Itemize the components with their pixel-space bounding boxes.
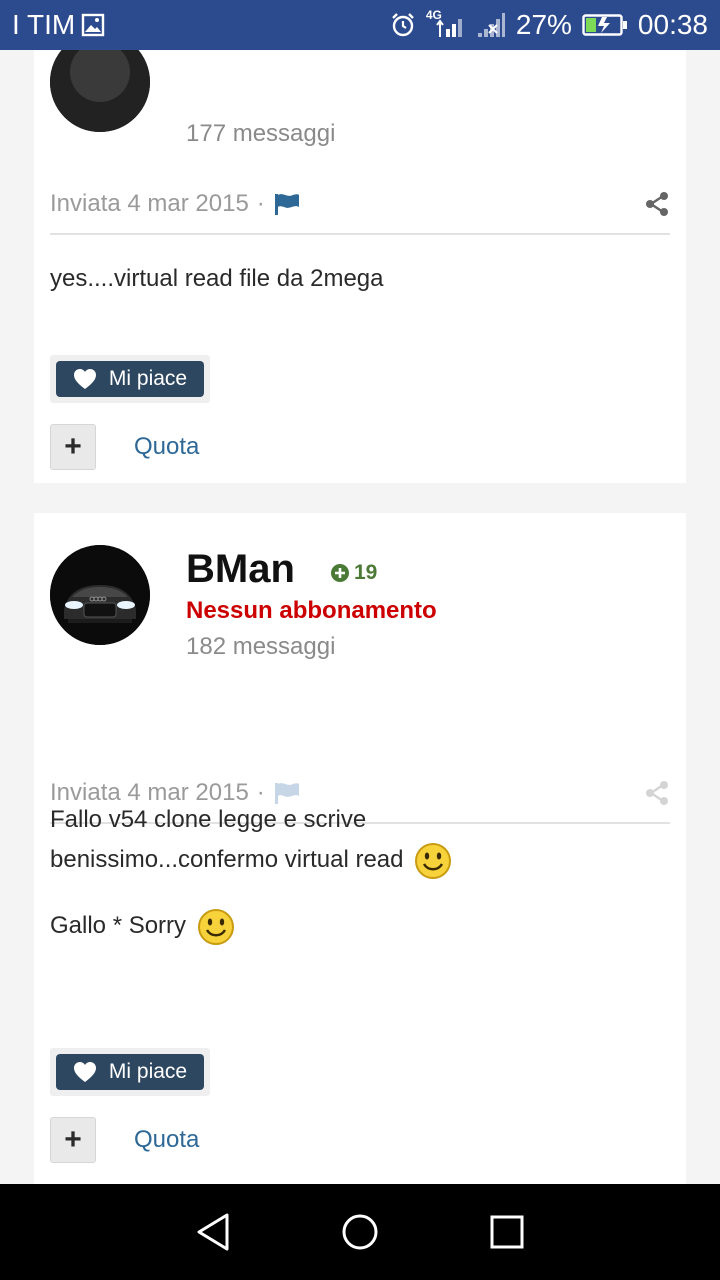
battery-charging-icon	[582, 13, 628, 37]
signal-4g-icon: 4G	[425, 8, 466, 39]
recents-square-icon	[490, 1215, 524, 1249]
reputation-count: 19	[354, 561, 378, 584]
author-name[interactable]: BMan	[186, 547, 295, 592]
alarm-icon	[390, 12, 416, 38]
share-icon[interactable]	[644, 191, 670, 217]
meta-separator: ·	[256, 190, 265, 217]
like-container: Mi piace	[50, 1048, 210, 1096]
carrier-label: I TIM	[12, 9, 76, 40]
post-text-line: Gallo * Sorry	[50, 906, 670, 946]
quote-link[interactable]: Quota	[134, 1126, 199, 1154]
post-body: yes....virtual read file da 2mega	[50, 259, 670, 325]
author-post-count: 177 messaggi	[186, 120, 336, 147]
home-button[interactable]	[330, 1202, 390, 1262]
avatar[interactable]	[50, 545, 150, 645]
post-actions: + Quota	[50, 423, 350, 471]
status-bar: I TIM 4G 27% 00:38	[0, 0, 720, 50]
post-date[interactable]: Inviata 4 mar 2015	[50, 190, 249, 218]
image-notification-icon	[81, 13, 105, 37]
post-text-line: Fallo v54 clone legge e scrive benissimo…	[50, 800, 500, 880]
like-label: Mi piace	[108, 367, 188, 390]
post-feed: 177 messaggi Inviata 4 mar 2015 · yes...…	[20, 50, 700, 1184]
heart-icon	[73, 1061, 97, 1083]
multiquote-plus-button[interactable]: +	[50, 1117, 96, 1163]
author-post-count: 182 messaggi	[186, 633, 336, 660]
back-button[interactable]	[183, 1202, 243, 1262]
avatar[interactable]	[50, 50, 150, 132]
flag-icon[interactable]	[273, 192, 301, 216]
like-container: Mi piace	[50, 355, 210, 403]
post-author: 177 messaggi	[50, 50, 670, 152]
smiley-icon	[414, 842, 452, 880]
like-button[interactable]: Mi piace	[56, 361, 204, 397]
post-body: Fallo v54 clone legge e scrive benissimo…	[50, 800, 670, 972]
signal-no-sim-icon	[476, 11, 506, 39]
post-card: BMan 19 Nessun abbonamento 182 messaggi …	[34, 513, 686, 1184]
network-type-label: 4G	[425, 8, 442, 22]
multiquote-plus-button[interactable]: +	[50, 424, 96, 470]
heart-icon	[73, 368, 97, 390]
like-label: Mi piace	[108, 1060, 188, 1083]
author-group: Nessun abbonamento	[186, 597, 437, 624]
post-author: BMan 19 Nessun abbonamento 182 messaggi	[50, 545, 670, 665]
post-text: Fallo v54 clone legge e scrive benissimo…	[50, 806, 404, 873]
back-triangle-icon	[195, 1212, 231, 1252]
navigation-bar	[0, 1184, 720, 1280]
clock: 00:38	[637, 9, 708, 40]
post-card: 177 messaggi Inviata 4 mar 2015 · yes...…	[34, 50, 686, 483]
quote-link[interactable]: Quota	[134, 433, 199, 461]
like-button[interactable]: Mi piace	[56, 1054, 204, 1090]
battery-percent: 27%	[515, 9, 572, 40]
home-circle-icon	[341, 1213, 379, 1251]
post-actions: + Quota	[50, 1116, 350, 1164]
reputation-badge: 19	[330, 561, 377, 585]
post-text: yes....virtual read file da 2mega	[50, 265, 384, 292]
recents-button[interactable]	[477, 1202, 537, 1262]
smiley-icon	[197, 908, 235, 946]
post-meta: Inviata 4 mar 2015 ·	[50, 175, 670, 235]
plus-circle-icon	[330, 563, 350, 583]
post-text: Gallo * Sorry	[50, 912, 187, 939]
